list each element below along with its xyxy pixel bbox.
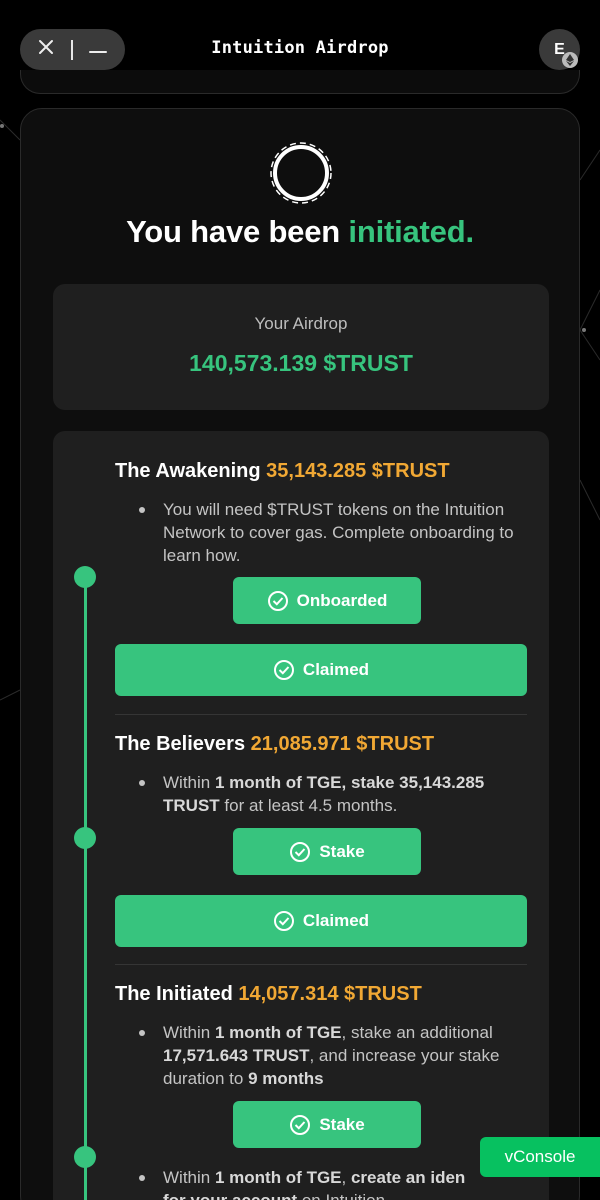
claimed-button[interactable]: Claimed xyxy=(115,895,527,947)
tier-amount: 14,057.314 $TRUST xyxy=(238,983,422,1005)
tier-requirement: You will need $TRUST tokens on the Intui… xyxy=(139,498,533,567)
button-label: Stake xyxy=(319,841,365,861)
check-circle-icon xyxy=(267,590,288,611)
tier-name: The Awakening xyxy=(115,460,261,482)
text-part: Within xyxy=(163,1023,215,1042)
text-part: on Intuition xyxy=(297,1191,385,1200)
headline-accent: initiated. xyxy=(348,214,474,249)
tier-divider xyxy=(115,964,527,965)
text-part: , stake an additional xyxy=(341,1023,493,1042)
timeline-dot-awakening xyxy=(74,566,96,588)
airdrop-card: You have been initiated. Your Airdrop 14… xyxy=(20,108,580,1200)
app-title: Intuition Airdrop xyxy=(211,38,389,58)
tier-title-initiated: The Initiated 14,057.314 $TRUST xyxy=(115,983,422,1006)
button-label: Stake xyxy=(319,1114,365,1134)
check-circle-icon xyxy=(290,1114,311,1135)
claimed-button[interactable]: Claimed xyxy=(115,644,527,696)
button-label: Onboarded xyxy=(296,590,388,610)
ring-icon xyxy=(270,142,332,204)
stake-button[interactable]: Stake xyxy=(233,1101,421,1148)
previous-card-edge xyxy=(20,70,580,94)
text-strong: 17,571.643 TRUST xyxy=(163,1046,310,1065)
airdrop-label: Your Airdrop xyxy=(254,314,348,333)
text-part: Within xyxy=(163,1168,215,1187)
text-part: , xyxy=(341,1168,351,1187)
timeline-dot-initiated xyxy=(74,1146,96,1168)
tier-title-believers: The Believers 21,085.971 $TRUST xyxy=(115,733,434,756)
text-strong: for your account xyxy=(163,1191,297,1200)
top-bar: Intuition Airdrop E xyxy=(0,0,600,100)
check-circle-icon xyxy=(273,911,294,931)
headline: You have been initiated. xyxy=(21,214,579,250)
button-label: Claimed xyxy=(302,911,370,930)
vconsole-button[interactable]: vConsole xyxy=(480,1137,600,1177)
airdrop-summary: Your Airdrop 140,573.139 $TRUST xyxy=(53,284,549,410)
text-strong: 9 months xyxy=(248,1069,324,1088)
tier-requirement: Within 1 month of TGE, stake an addition… xyxy=(139,1021,533,1090)
tier-amount: 35,143.285 $TRUST xyxy=(266,460,450,482)
button-label: Claimed xyxy=(302,660,370,679)
tiers-list: The Awakening 35,143.285 $TRUST You will… xyxy=(53,431,549,1200)
tier-divider xyxy=(115,714,527,715)
tier-amount: 21,085.971 $TRUST xyxy=(250,733,435,755)
text-part: Within xyxy=(163,773,215,792)
text-part: for at least 4.5 months. xyxy=(219,796,398,815)
tier-title-awakening: The Awakening 35,143.285 $TRUST xyxy=(115,460,450,483)
tier-name: The Initiated xyxy=(115,983,233,1005)
ethereum-icon xyxy=(562,52,578,68)
tier-requirement: Within 1 month of TGE, create an iden for… xyxy=(139,1166,533,1200)
avatar[interactable]: E xyxy=(539,29,580,70)
headline-prefix: You have been xyxy=(126,214,349,249)
onboarded-button[interactable]: Onboarded xyxy=(233,577,421,624)
text-strong: 1 month of TGE xyxy=(214,1168,342,1187)
timeline-line xyxy=(84,576,87,1200)
text-strong: create an iden xyxy=(350,1168,466,1187)
tier-requirement: Within 1 month of TGE, stake 35,143.285 … xyxy=(139,771,533,817)
text-strong: 1 month of TGE xyxy=(214,1023,342,1042)
stake-button[interactable]: Stake xyxy=(233,828,421,875)
check-circle-icon xyxy=(290,841,311,862)
timeline-dot-believers xyxy=(74,827,96,849)
airdrop-amount: 140,573.139 $TRUST xyxy=(189,350,413,376)
tier-name: The Believers xyxy=(115,733,246,755)
check-circle-icon xyxy=(273,660,294,680)
